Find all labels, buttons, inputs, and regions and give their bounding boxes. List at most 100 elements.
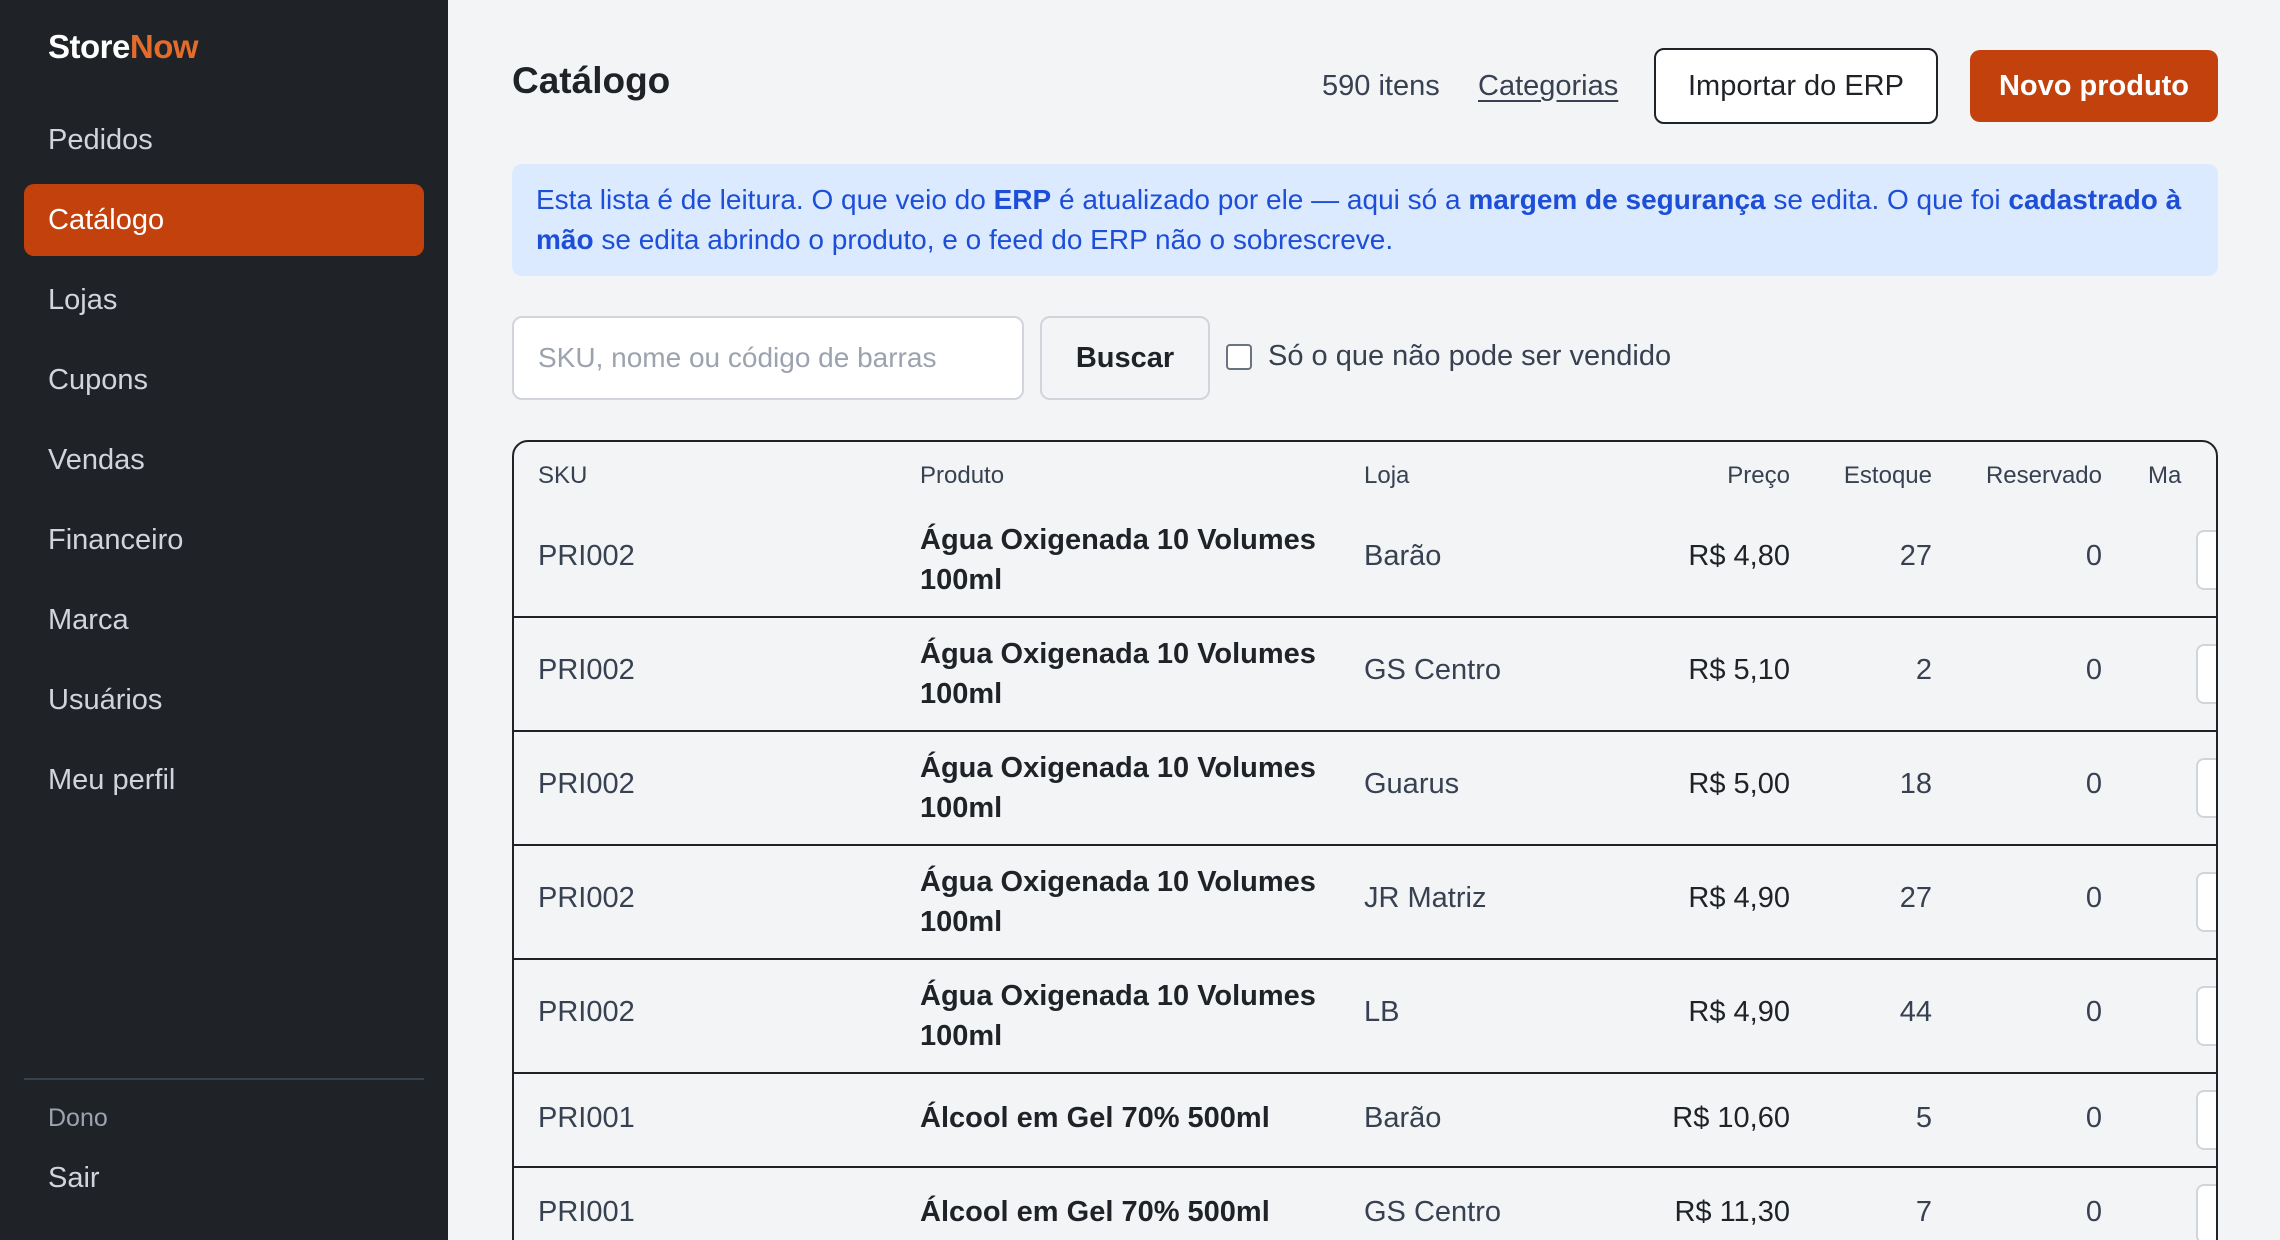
sidebar-nav: Pedidos Catálogo Lojas Cupons Vendas Fin…	[24, 104, 424, 824]
margin-input[interactable]: 0	[2196, 1090, 2216, 1150]
cell-store: LB	[1364, 996, 1400, 1028]
margin-input[interactable]: 0	[2196, 758, 2216, 818]
cell-product: Álcool em Gel 70% 500ml	[920, 1196, 1270, 1228]
sidebar-item-vendas[interactable]: Vendas	[24, 424, 424, 496]
column-header-product[interactable]: Produto	[920, 462, 1004, 490]
info-bold-margin: margem de segurança	[1468, 184, 1766, 215]
table-row[interactable]: PRI001 Álcool em Gel 70% 500ml Barão R$ …	[514, 1074, 2216, 1168]
item-count: 590 itens	[1322, 70, 1440, 102]
categories-link[interactable]: Categorias	[1478, 70, 1618, 103]
unsellable-filter[interactable]: Só o que não pode ser vendido	[1226, 340, 1671, 373]
cell-store: Barão	[1364, 540, 1442, 572]
cell-price: R$ 4,90	[1688, 882, 1790, 914]
cell-reserved: 0	[2085, 1196, 2102, 1228]
catalog-table: SKU Produto Loja Preço Estoque Reservado…	[512, 440, 2218, 1240]
new-product-button[interactable]: Novo produto	[1970, 50, 2218, 122]
cell-store: GS Centro	[1364, 1196, 1501, 1228]
margin-input[interactable]: 0	[2196, 986, 2216, 1046]
cell-store: GS Centro	[1364, 654, 1501, 686]
cell-reserved: 0	[2085, 1102, 2102, 1134]
table-row[interactable]: PRI002 Água Oxigenada 10 Volumes 100ml G…	[514, 618, 2216, 732]
sidebar-item-cupons[interactable]: Cupons	[24, 344, 424, 416]
main-content: Catálogo 590 itens Categorias Importar d…	[448, 0, 2280, 1240]
sidebar-item-usuarios[interactable]: Usuários	[24, 664, 424, 736]
margin-input[interactable]: 0	[2196, 644, 2216, 704]
table-row[interactable]: PRI002 Água Oxigenada 10 Volumes 100ml G…	[514, 732, 2216, 846]
cell-price: R$ 4,80	[1688, 540, 1790, 572]
column-header-reserved[interactable]: Reservado	[1986, 462, 2102, 490]
brand-name: Store	[48, 28, 130, 65]
margin-input[interactable]: 0	[2196, 1184, 2216, 1240]
cell-price: R$ 5,10	[1688, 654, 1790, 686]
cell-product: Álcool em Gel 70% 500ml	[920, 1102, 1270, 1134]
cell-product: Água Oxigenada 10 Volumes 100ml	[920, 638, 1316, 710]
cell-sku: PRI002	[538, 654, 635, 686]
table-row[interactable]: PRI002 Água Oxigenada 10 Volumes 100ml B…	[514, 504, 2216, 618]
cell-price: R$ 4,90	[1688, 996, 1790, 1028]
column-header-stock[interactable]: Estoque	[1844, 462, 1932, 490]
cell-reserved: 0	[2085, 996, 2102, 1028]
cell-reserved: 0	[2085, 654, 2102, 686]
column-header-store[interactable]: Loja	[1364, 462, 1409, 490]
import-erp-button[interactable]: Importar do ERP	[1654, 48, 1938, 124]
sidebar-item-catalogo[interactable]: Catálogo	[24, 184, 424, 256]
cell-store: Guarus	[1364, 768, 1460, 800]
cell-reserved: 0	[2085, 882, 2102, 914]
sidebar-item-pedidos[interactable]: Pedidos	[24, 104, 424, 176]
sidebar-item-marca[interactable]: Marca	[24, 584, 424, 656]
info-text-3: se edita. O que foi	[1765, 184, 2009, 215]
info-bold-erp: ERP	[993, 184, 1052, 215]
cell-stock: 27	[1899, 540, 1932, 572]
info-text-1: Esta lista é de leitura. O que veio do	[536, 184, 994, 215]
cell-reserved: 0	[2085, 768, 2102, 800]
page-title: Catálogo	[512, 60, 671, 101]
logout-link[interactable]: Sair	[48, 1162, 100, 1195]
cell-stock: 18	[1899, 768, 1932, 800]
cell-price: R$ 5,00	[1688, 768, 1790, 800]
column-header-price[interactable]: Preço	[1727, 462, 1790, 490]
brand-logo[interactable]: StoreNow	[48, 28, 199, 66]
cell-stock: 27	[1899, 882, 1932, 914]
sidebar-divider	[24, 1078, 424, 1080]
brand-name-accent: Now	[129, 28, 199, 65]
unsellable-filter-label: Só o que não pode ser vendido	[1268, 340, 1672, 372]
cell-price: R$ 11,30	[1674, 1196, 1790, 1228]
table-row[interactable]: PRI002 Água Oxigenada 10 Volumes 100ml J…	[514, 846, 2216, 960]
cell-stock: 44	[1899, 996, 1932, 1028]
margin-input[interactable]: 0	[2196, 530, 2216, 590]
table-row[interactable]: PRI002 Água Oxigenada 10 Volumes 100ml L…	[514, 960, 2216, 1074]
info-text-2: é atualizado por ele — aqui só a	[1051, 184, 1469, 215]
cell-sku: PRI002	[538, 996, 635, 1028]
cell-product: Água Oxigenada 10 Volumes 100ml	[920, 752, 1316, 824]
cell-sku: PRI002	[538, 882, 635, 914]
cell-product: Água Oxigenada 10 Volumes 100ml	[920, 524, 1316, 596]
cell-stock: 5	[1915, 1102, 1932, 1134]
cell-product: Água Oxigenada 10 Volumes 100ml	[920, 866, 1316, 938]
unsellable-checkbox[interactable]	[1226, 343, 1252, 370]
search-button[interactable]: Buscar	[1040, 316, 1210, 400]
cell-sku: PRI001	[538, 1196, 635, 1228]
table-header: SKU Produto Loja Preço Estoque Reservado…	[514, 442, 2216, 504]
cell-stock: 2	[1915, 654, 1932, 686]
cell-sku: PRI001	[538, 1102, 635, 1134]
cell-sku: PRI002	[538, 540, 635, 572]
column-header-margin[interactable]: Ma	[2148, 462, 2181, 490]
sidebar: StoreNow Pedidos Catálogo Lojas Cupons V…	[0, 0, 448, 1240]
sidebar-item-financeiro[interactable]: Financeiro	[24, 504, 424, 576]
info-text-4: se edita abrindo o produto, e o feed do …	[593, 224, 1394, 255]
cell-reserved: 0	[2085, 540, 2102, 572]
margin-input[interactable]: 0	[2196, 872, 2216, 932]
user-role: Dono	[48, 1104, 108, 1132]
sidebar-item-lojas[interactable]: Lojas	[24, 264, 424, 336]
search-input[interactable]	[512, 316, 1024, 400]
info-banner: Esta lista é de leitura. O que veio do E…	[512, 164, 2218, 276]
table-row[interactable]: PRI001 Álcool em Gel 70% 500ml GS Centro…	[514, 1168, 2216, 1240]
cell-sku: PRI002	[538, 768, 635, 800]
cell-stock: 7	[1915, 1196, 1932, 1228]
cell-product: Água Oxigenada 10 Volumes 100ml	[920, 980, 1316, 1052]
sidebar-item-meu-perfil[interactable]: Meu perfil	[24, 744, 424, 816]
cell-store: JR Matriz	[1364, 882, 1487, 914]
column-header-sku[interactable]: SKU	[538, 462, 587, 490]
cell-store: Barão	[1364, 1102, 1442, 1134]
cell-price: R$ 10,60	[1672, 1102, 1790, 1134]
